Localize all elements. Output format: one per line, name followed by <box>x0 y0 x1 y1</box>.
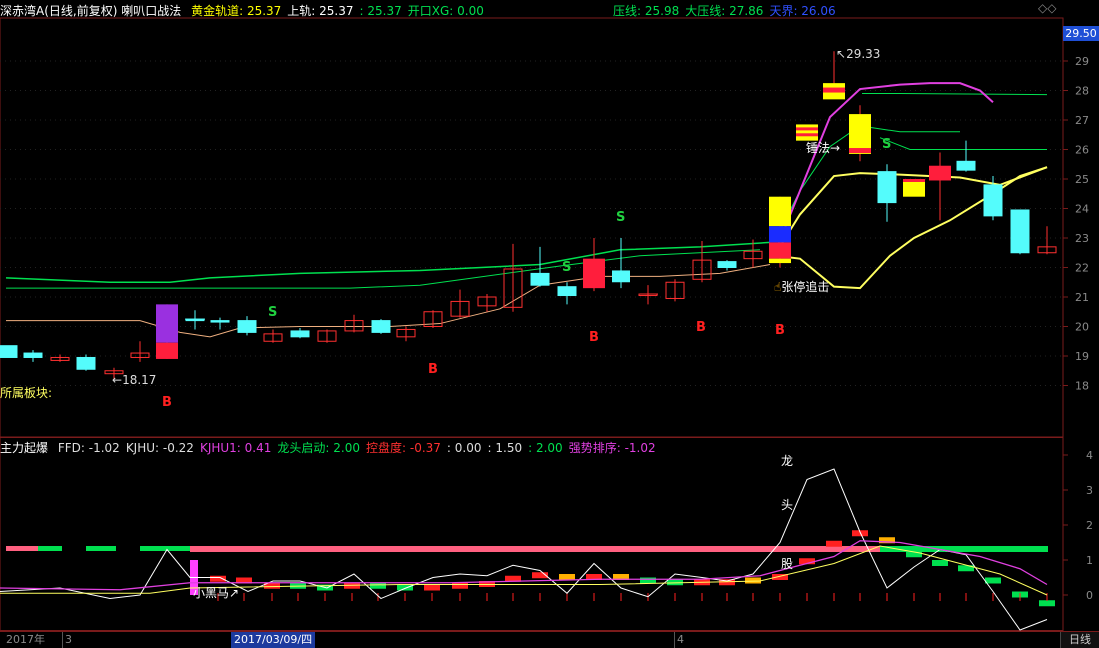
y-tick-label: 19 <box>1075 350 1089 363</box>
sell-signal: S <box>616 210 625 225</box>
sub-indicator-chart[interactable]: 643210 <box>0 437 1099 631</box>
sub-y-tick-label: 3 <box>1086 484 1093 497</box>
band-segment <box>38 546 62 551</box>
sell-signal: S <box>268 305 277 320</box>
limit-up-label: ☝张停追击 <box>774 278 829 295</box>
candle-body-blue <box>769 226 791 243</box>
strength-marker <box>370 582 386 589</box>
strength-marker <box>826 540 842 547</box>
strength-marker <box>745 577 761 584</box>
y-tick-label: 29 <box>1075 55 1089 68</box>
candle-body <box>530 272 550 286</box>
strength-marker <box>640 577 656 584</box>
dragon-char-2: 头 <box>781 498 794 512</box>
strength-marker <box>1039 600 1055 607</box>
date-axis[interactable]: 2017年 3 2017/03/09/四 4 日线 <box>0 631 1099 648</box>
low-price-label: ←18.17 <box>112 373 157 387</box>
candle-body <box>76 356 96 370</box>
y-tick-label: 21 <box>1075 291 1089 304</box>
candle-stripe <box>903 179 925 182</box>
candle-body-yellow <box>769 258 791 264</box>
candle-body <box>237 320 257 333</box>
y-tick-label: 23 <box>1075 232 1089 245</box>
sub-y-tick-label: 0 <box>1086 589 1093 602</box>
strength-marker <box>424 584 440 591</box>
limit-up-text: 张停追击 <box>781 280 830 294</box>
high-price-value: 29.33 <box>846 47 881 61</box>
dragon-char-1: 龙 <box>781 454 794 468</box>
candle-body <box>0 345 18 358</box>
candle-body-purple <box>156 304 178 343</box>
candle-body <box>877 171 897 204</box>
band-segment <box>880 546 1048 552</box>
candle-body <box>983 184 1003 217</box>
hammer-label: 锤法→ <box>806 141 841 155</box>
candle-stripe <box>849 148 871 154</box>
y-tick-label: 28 <box>1075 85 1089 98</box>
big-pressure-line <box>862 92 1048 96</box>
strength-marker <box>397 584 413 591</box>
band-segment <box>86 546 116 551</box>
buy-signal: B <box>696 320 706 335</box>
candle-body-red <box>583 258 605 289</box>
strength-marker <box>452 582 468 589</box>
month-label-3: 3 <box>62 632 72 648</box>
candle-stripe <box>796 133 818 137</box>
y-tick-label: 24 <box>1075 203 1089 216</box>
y-tick-label: 27 <box>1075 114 1089 127</box>
candle-body-yellow <box>849 114 871 154</box>
pressure-line <box>879 137 1047 150</box>
year-label: 2017年 <box>6 633 45 646</box>
buy-signal: B <box>428 362 438 377</box>
strength-marker <box>985 577 1001 584</box>
candle-body-red <box>769 242 791 259</box>
candle-body <box>557 286 577 297</box>
candle-stripe <box>796 127 818 131</box>
buy-signal: B <box>162 395 172 410</box>
y-tick-label: 26 <box>1075 144 1089 157</box>
buy-signal: B <box>775 323 785 338</box>
candle-body-red <box>156 342 178 359</box>
sector-label: 所属板块: <box>0 386 53 400</box>
y-tick-label: 22 <box>1075 262 1089 275</box>
main-kline-chart[interactable]: 29 28 27 26 25 24 23 22 21 20 19 18 B S B S B S B B S <box>0 0 1099 437</box>
kjhu-line <box>0 545 1048 596</box>
candle-body <box>717 261 737 269</box>
strength-marker <box>559 574 575 580</box>
candle-body <box>290 330 310 338</box>
strength-marker <box>932 560 948 566</box>
candle-stripe <box>823 87 845 93</box>
y-tick-label: 20 <box>1075 321 1089 334</box>
candle-body <box>23 352 43 358</box>
sub-y-tick-label: 1 <box>1086 554 1093 567</box>
y-tick-label: 18 <box>1075 380 1089 393</box>
candle-body <box>612 270 630 283</box>
dark-horse-label: 小黑马↗ <box>193 586 240 600</box>
y-tick-label: 25 <box>1075 173 1089 186</box>
candle-body-red <box>929 165 951 181</box>
sell-signal: S <box>882 137 891 152</box>
selected-date[interactable]: 2017/03/09/四 <box>231 632 316 648</box>
candle-body <box>1010 209 1030 254</box>
candle-body <box>956 160 976 171</box>
candle-body <box>371 320 391 333</box>
period-button[interactable]: 日线 <box>1060 632 1099 648</box>
buy-signal: B <box>589 330 599 345</box>
candle-body <box>210 320 230 323</box>
candle-body-yellow <box>769 196 791 227</box>
sub-y-tick-label: 4 <box>1086 449 1093 462</box>
current-price-marker: 29.50 <box>1063 26 1099 41</box>
sell-signal: S <box>562 260 571 275</box>
month-label-4: 4 <box>674 632 684 648</box>
sub-y-tick-label: 2 <box>1086 519 1093 532</box>
high-price-label: ↖29.33 <box>836 47 881 61</box>
low-price-value: 18.17 <box>122 373 157 387</box>
dragon-char-3: 股 <box>781 557 794 571</box>
band-segment <box>140 546 190 551</box>
